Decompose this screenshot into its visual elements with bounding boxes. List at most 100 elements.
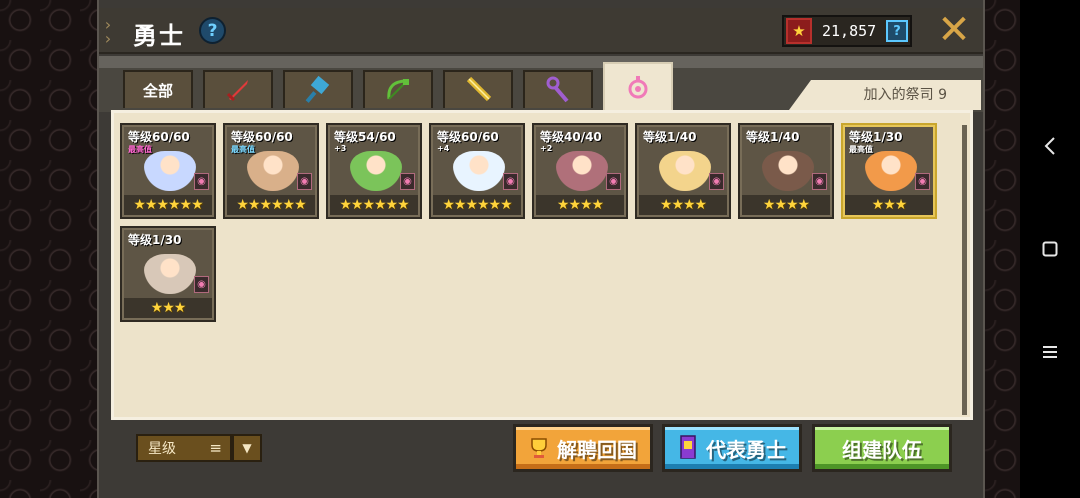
hero-portrait [350, 151, 402, 191]
help-icon[interactable]: ? [199, 17, 226, 44]
menu-nav-button[interactable] [1020, 332, 1080, 372]
hero-portrait [453, 151, 505, 191]
sort-select[interactable]: 星级 ≡ [136, 434, 232, 462]
hero-stars: ★★★ [124, 298, 212, 318]
hero-stars: ★★★★★★ [227, 195, 315, 215]
hero-tag: +4 [437, 144, 450, 153]
back-nav-button[interactable] [1020, 126, 1080, 166]
staff-icon [546, 76, 569, 103]
hero-card[interactable]: 等级40/40 +2 ◉ ★★★★ [532, 123, 628, 219]
hero-level: 等级54/60 [334, 130, 396, 144]
hero-stars: ★★★ [845, 195, 933, 215]
home-nav-button[interactable] [1020, 229, 1080, 269]
currency-display: ★ 21,857 ? [782, 15, 912, 47]
menu-lines-icon [1043, 346, 1057, 358]
title-bar: › › 勇士 ? ★ 21,857 ? ✕ [99, 8, 983, 54]
home-square-icon [1042, 241, 1058, 257]
priest-class-icon: ◉ [194, 173, 209, 190]
tab-gunner[interactable] [443, 70, 513, 108]
priest-class-icon: ◉ [194, 276, 209, 293]
priest-class-icon: ◉ [812, 173, 827, 190]
hero-level: 等级60/60 [231, 130, 293, 144]
priest-class-icon: ◉ [297, 173, 312, 190]
dismiss-button[interactable]: 解聘回国 [513, 424, 653, 472]
hero-level: 等级1/40 [746, 130, 800, 144]
tab-all[interactable]: 全部 [123, 70, 193, 108]
hero-level: 等级40/40 [540, 130, 602, 144]
grid-scrollbar[interactable] [962, 125, 967, 415]
game-screen: › › 勇士 ? ★ 21,857 ? ✕ 全部 加入的祭司 9 等级60/60… [0, 0, 1080, 498]
priest-class-icon: ◉ [606, 173, 621, 190]
hero-portrait [144, 254, 196, 294]
gun-icon [466, 76, 492, 102]
background-lace-left [0, 0, 100, 498]
hero-tag: 最高值 [849, 145, 873, 154]
hero-level: 等级60/60 [128, 130, 190, 144]
close-button[interactable]: ✕ [935, 10, 973, 50]
tab-strip-decoration [99, 56, 983, 68]
back-arrow-icon [1044, 137, 1055, 155]
sort-label: 星级 [148, 441, 176, 457]
hero-stars: ★★★★★★ [330, 195, 418, 215]
tab-tank[interactable] [283, 70, 353, 108]
hero-level: 等级1/40 [643, 130, 697, 144]
hero-stars: ★★★★★★ [124, 195, 212, 215]
page-title: 勇士 [133, 22, 185, 50]
hero-portrait [144, 151, 196, 191]
tab-all-label: 全部 [142, 81, 173, 100]
hero-tag: 最高值 [128, 145, 152, 154]
hero-level: 等级60/60 [437, 130, 499, 144]
chevron-decoration-icon: › › [103, 15, 113, 48]
hero-stars: ★★★★ [639, 195, 727, 215]
currency-help-icon[interactable]: ? [886, 20, 908, 42]
hero-tag: +2 [540, 144, 553, 153]
hero-portrait [556, 151, 608, 191]
background-lace-right [985, 0, 1020, 498]
sword-icon [226, 80, 248, 102]
bow-icon [387, 79, 409, 100]
tab-priest[interactable] [603, 62, 673, 110]
hero-card[interactable]: 等级54/60 +3 ◉ ★★★★★★ [326, 123, 422, 219]
hero-level: 等级1/30 [128, 233, 182, 247]
hero-stars: ★★★★ [536, 195, 624, 215]
hero-tag: 最高值 [231, 145, 255, 154]
hero-card[interactable]: 等级60/60 最高值 ◉ ★★★★★★ [223, 123, 319, 219]
tab-archer[interactable] [363, 70, 433, 108]
representative-hero-label: 代表勇士 [706, 437, 786, 462]
priest-class-icon: ◉ [709, 173, 724, 190]
hero-card[interactable]: 等级1/40 ◉ ★★★★ [635, 123, 731, 219]
hero-card[interactable]: 等级1/40 ◉ ★★★★ [738, 123, 834, 219]
build-team-button[interactable]: 组建队伍 [812, 424, 952, 472]
hero-stars: ★★★★ [742, 195, 830, 215]
priest-class-icon: ◉ [915, 173, 930, 190]
trophy-icon [529, 435, 549, 461]
sort-dropdown-button[interactable]: ▼ [232, 434, 262, 462]
priest-class-icon: ◉ [503, 173, 518, 190]
tab-warrior[interactable] [203, 70, 273, 108]
hero-card[interactable]: 等级1/30 最高值 ◉ ★★★ [841, 123, 937, 219]
hero-card[interactable]: 等级60/60 最高值 ◉ ★★★★★★ [120, 123, 216, 219]
currency-value: 21,857 [822, 22, 877, 40]
star-gem-icon: ★ [786, 18, 812, 44]
priest-icon [628, 76, 648, 99]
heroes-panel: › › 勇士 ? ★ 21,857 ? ✕ 全部 加入的祭司 9 等级60/60… [97, 0, 985, 498]
banner-icon [678, 435, 698, 461]
hero-card[interactable]: 等级1/30 ◉ ★★★ [120, 226, 216, 322]
hero-grid: 等级60/60 最高值 ◉ ★★★★★★ 等级60/60 最高值 ◉ ★★★★★★ 等级54/6… [111, 110, 973, 420]
tab-mage[interactable] [523, 70, 593, 108]
priest-class-icon: ◉ [400, 173, 415, 190]
dismiss-button-label: 解聘回国 [557, 437, 637, 462]
hammer-icon [305, 75, 330, 103]
hero-stars: ★★★★★★ [433, 195, 521, 215]
list-sort-icon: ≡ [209, 439, 222, 457]
build-team-label: 组建队伍 [842, 437, 922, 462]
representative-hero-button[interactable]: 代表勇士 [662, 424, 802, 472]
hero-portrait [762, 151, 814, 191]
system-nav-bar [1020, 0, 1080, 498]
hero-tag: +3 [334, 144, 347, 153]
hero-card[interactable]: 等级60/60 +4 ◉ ★★★★★★ [429, 123, 525, 219]
hero-portrait [659, 151, 711, 191]
hero-portrait [865, 151, 917, 191]
hero-portrait [247, 151, 299, 191]
priest-count-label: 加入的祭司 9 [789, 80, 981, 110]
